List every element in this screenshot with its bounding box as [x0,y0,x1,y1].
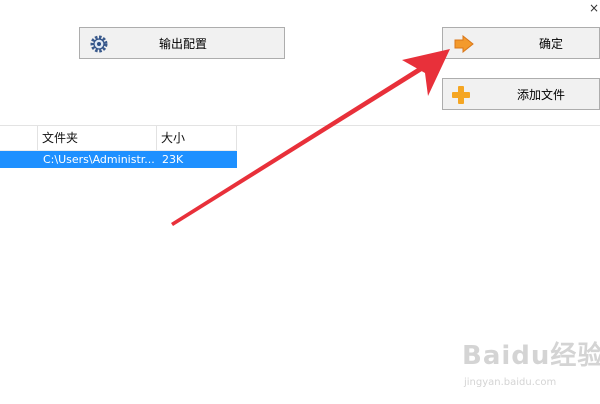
column-header-size[interactable]: 大小 [157,126,237,150]
watermark-brand: Baidu经验 [462,341,600,371]
column-header-name[interactable] [0,126,38,150]
column-header-folder[interactable]: 文件夹 [38,126,157,150]
close-icon[interactable]: × [588,2,600,14]
table-row[interactable]: C:\Users\Administr... 23K [0,151,237,168]
cell-size: 23K [162,153,184,166]
output-settings-button[interactable]: 输出配置 [79,27,285,59]
confirm-label: 确定 [538,36,563,51]
plus-icon [452,86,470,104]
output-settings-label: 输出配置 [158,36,207,51]
confirm-button[interactable]: 确定 [442,27,600,59]
arrow-right-icon [454,35,474,53]
watermark-url: jingyan.baidu.com [464,377,557,388]
cell-folder: C:\Users\Administr... [43,153,155,166]
add-file-label: 添加文件 [516,87,565,102]
add-file-button[interactable]: 添加文件 [442,78,600,110]
watermark: Baidu经验 jingyan.baidu.com [462,340,600,398]
